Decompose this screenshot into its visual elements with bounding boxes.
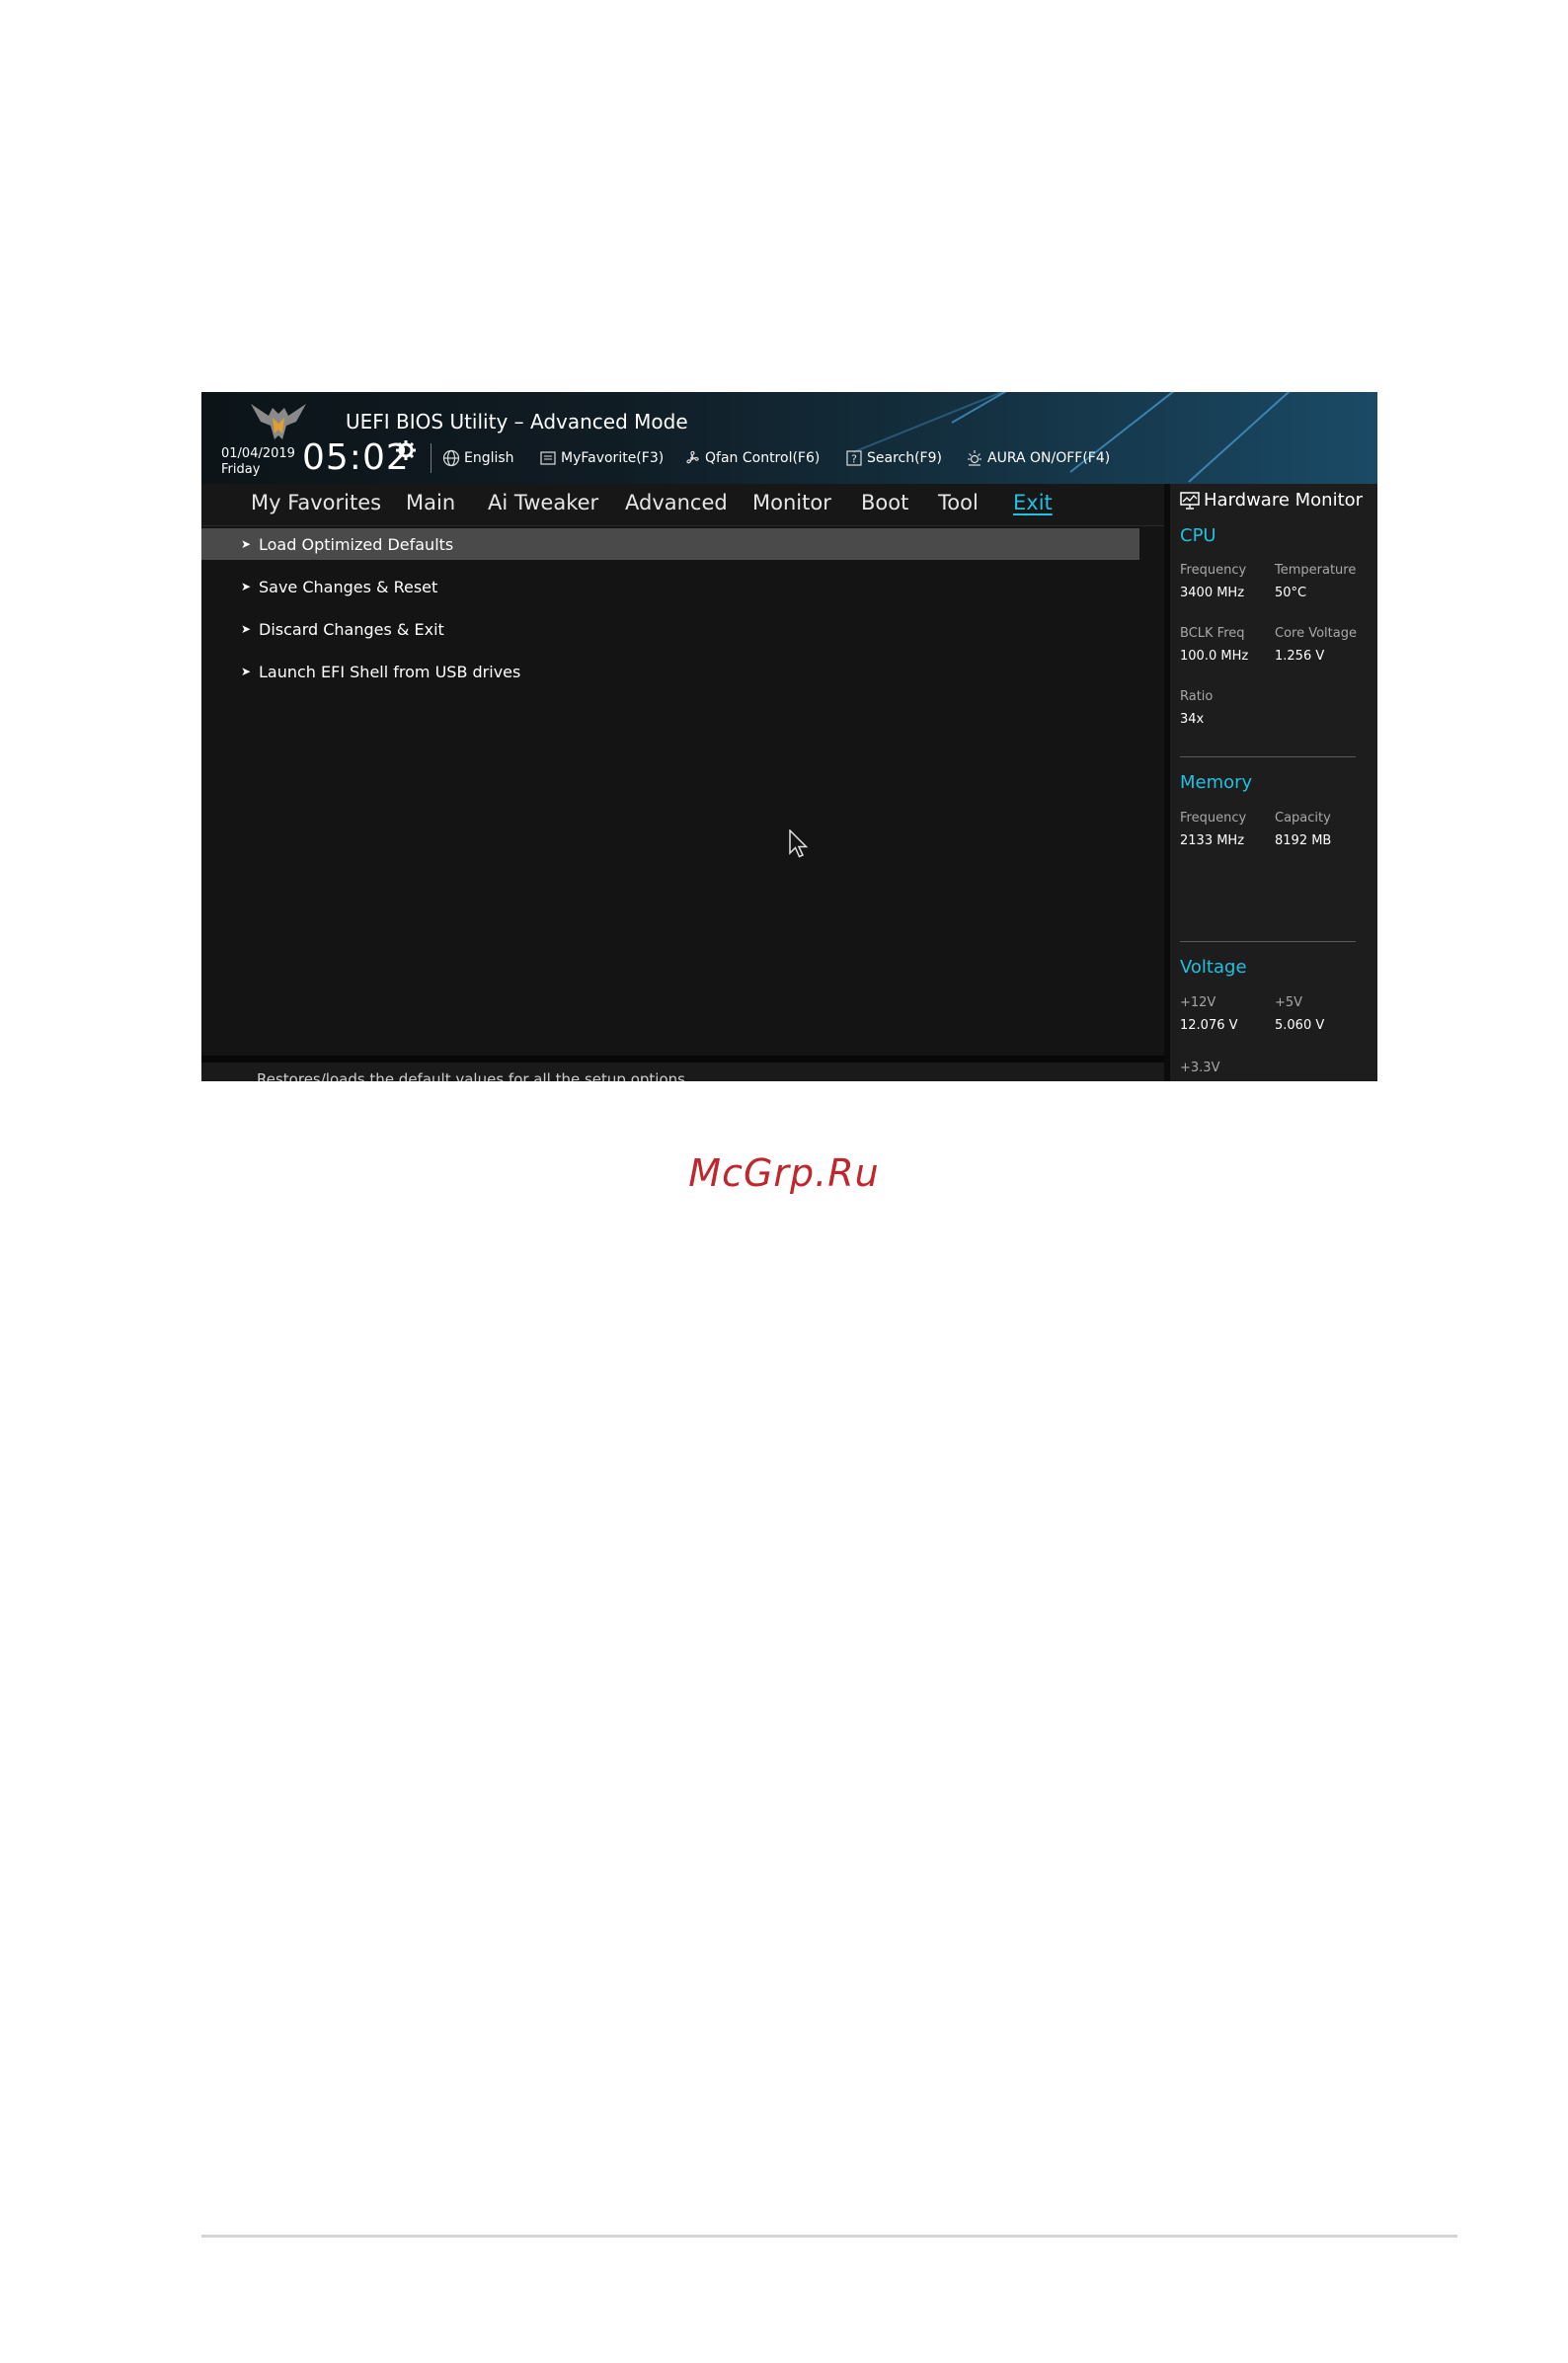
tab-advanced[interactable]: Advanced — [625, 491, 728, 514]
myfavorite-button[interactable]: MyFavorite(F3) — [539, 447, 664, 469]
arrow-icon: ➤ — [241, 622, 252, 636]
language-button[interactable]: English — [442, 447, 514, 469]
myfavorite-label: MyFavorite(F3) — [561, 450, 665, 466]
tuf-logo-icon — [251, 404, 306, 439]
menu-item-load-optimized-defaults[interactable]: ➤ Load Optimized Defaults — [201, 528, 1139, 560]
search-button[interactable]: ? Search(F9) — [845, 447, 942, 469]
tab-tool[interactable]: Tool — [938, 491, 979, 514]
voltage-12v-label: +12V — [1180, 995, 1216, 1010]
mouse-cursor-icon — [789, 829, 809, 858]
memory-frequency-value: 2133 MHz — [1180, 833, 1245, 848]
tab-my-favorites[interactable]: My Favorites — [251, 491, 381, 514]
tab-boot[interactable]: Boot — [861, 491, 908, 514]
tab-ai-tweaker[interactable]: Ai Tweaker — [488, 491, 598, 514]
hardware-monitor-panel: Hardware Monitor CPU Frequency Temperatu… — [1164, 484, 1377, 1081]
bios-window: UEFI BIOS Utility – Advanced Mode 01/04/… — [201, 392, 1377, 1081]
date-text: 01/04/2019 — [221, 446, 295, 461]
menu-item-discard-changes-exit[interactable]: ➤ Discard Changes & Exit — [201, 613, 1139, 645]
memory-capacity-label: Capacity — [1275, 811, 1331, 826]
aura-label: AURA ON/OFF(F4) — [987, 450, 1111, 466]
search-help-icon: ? — [846, 450, 862, 466]
fan-icon — [686, 450, 699, 464]
bclk-freq-value: 100.0 MHz — [1180, 649, 1249, 664]
memory-capacity-value: 8192 MB — [1275, 833, 1332, 848]
memory-heading: Memory — [1180, 772, 1253, 793]
voltage-12v-value: 12.076 V — [1180, 1018, 1238, 1033]
header-decoration — [1188, 392, 1352, 483]
date-display: 01/04/2019 Friday — [221, 446, 295, 478]
description-text: Restores/loads the default values for al… — [257, 1070, 690, 1081]
voltage-heading: Voltage — [1180, 957, 1247, 978]
core-voltage-label: Core Voltage — [1275, 626, 1357, 641]
favorite-icon — [540, 451, 556, 465]
menu-item-launch-efi-shell[interactable]: ➤ Launch EFI Shell from USB drives — [201, 656, 1139, 687]
ratio-label: Ratio — [1180, 689, 1214, 704]
tab-bar: My Favorites Main Ai Tweaker Advanced Mo… — [201, 484, 1164, 526]
bclk-freq-label: BCLK Freq — [1180, 626, 1245, 641]
tab-main[interactable]: Main — [406, 491, 455, 514]
globe-icon — [442, 449, 460, 467]
cpu-temperature-value: 50°C — [1275, 586, 1307, 600]
arrow-icon: ➤ — [241, 580, 252, 593]
hardware-monitor-title-label: Hardware Monitor — [1204, 490, 1364, 511]
gear-icon[interactable] — [395, 439, 417, 461]
cpu-heading: CPU — [1180, 525, 1216, 546]
section-divider — [1180, 941, 1356, 942]
time-display: 05:02 — [302, 437, 410, 478]
arrow-icon: ➤ — [241, 665, 252, 678]
tab-exit[interactable]: Exit — [1013, 491, 1053, 514]
bios-title: UEFI BIOS Utility – Advanced Mode — [346, 410, 688, 433]
arrow-icon: ➤ — [241, 537, 252, 551]
search-label: Search(F9) — [867, 450, 942, 466]
language-label: English — [464, 450, 514, 466]
day-text: Friday — [221, 462, 261, 477]
hardware-monitor-title: Hardware Monitor — [1180, 490, 1363, 511]
monitor-icon — [1180, 491, 1200, 510]
description-bar: Restores/loads the default values for al… — [201, 1063, 1164, 1081]
voltage-5v-value: 5.060 V — [1275, 1018, 1325, 1033]
aura-button[interactable]: AURA ON/OFF(F4) — [966, 447, 1110, 469]
section-divider — [1180, 756, 1356, 757]
ratio-value: 34x — [1180, 712, 1205, 727]
menu-item-label: Save Changes & Reset — [259, 577, 438, 596]
cpu-temperature-label: Temperature — [1275, 563, 1357, 578]
menu-item-save-changes-reset[interactable]: ➤ Save Changes & Reset — [201, 571, 1139, 602]
voltage-5v-label: +5V — [1275, 995, 1303, 1010]
description-separator — [201, 1056, 1164, 1063]
memory-frequency-label: Frequency — [1180, 811, 1247, 826]
qfan-control-label: Qfan Control(F6) — [705, 450, 821, 466]
menu-item-label: Launch EFI Shell from USB drives — [259, 662, 521, 681]
core-voltage-value: 1.256 V — [1275, 649, 1325, 664]
aura-icon — [968, 450, 981, 466]
header-decoration — [852, 392, 1019, 453]
tab-monitor[interactable]: Monitor — [752, 491, 831, 514]
voltage-3v3-label: +3.3V — [1180, 1061, 1220, 1075]
watermark-text: McGrp.Ru — [688, 1151, 880, 1195]
bios-header: UEFI BIOS Utility – Advanced Mode 01/04/… — [201, 392, 1377, 484]
svg-text:?: ? — [851, 453, 857, 466]
menu-item-label: Load Optimized Defaults — [259, 534, 454, 554]
footer-divider — [201, 2235, 1457, 2238]
menu-item-label: Discard Changes & Exit — [259, 619, 444, 639]
qfan-control-button[interactable]: Qfan Control(F6) — [683, 447, 820, 469]
cpu-frequency-value: 3400 MHz — [1180, 586, 1245, 600]
cpu-frequency-label: Frequency — [1180, 563, 1247, 578]
